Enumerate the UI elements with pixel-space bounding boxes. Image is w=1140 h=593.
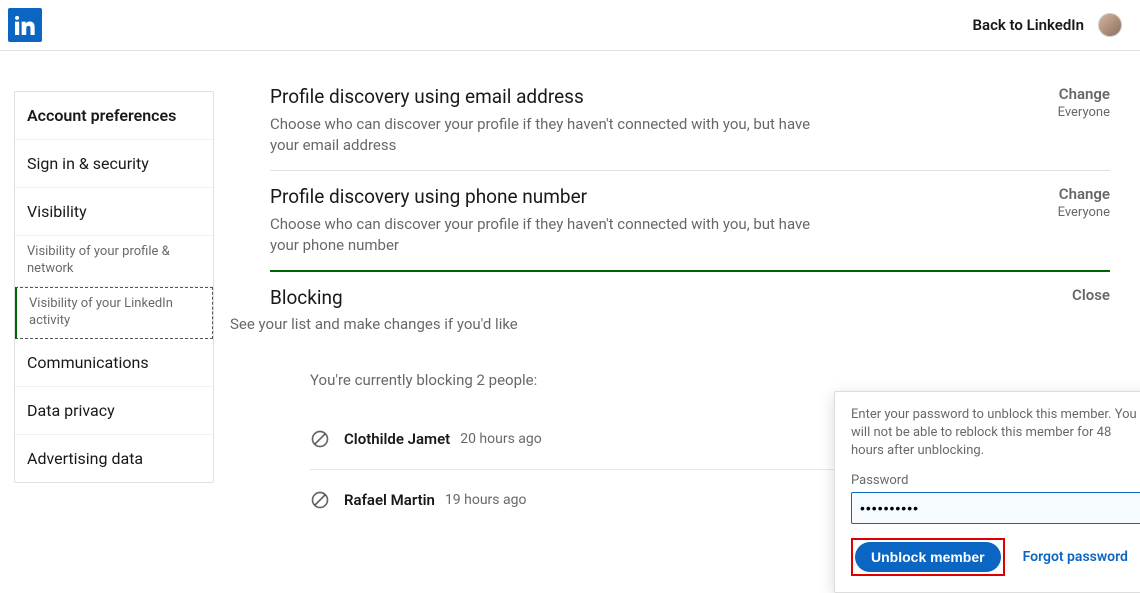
blocked-name: Clothilde Jamet [344, 430, 450, 448]
sidebar-item-advertising-data[interactable]: Advertising data [15, 435, 213, 482]
unblock-popup: ✕ Enter your password to unblock this me… [834, 391, 1140, 593]
section-desc-phone: Choose who can discover your profile if … [270, 214, 830, 256]
block-icon [310, 429, 330, 449]
sidebar-item-data-privacy[interactable]: Data privacy [15, 387, 213, 435]
section-title-phone: Profile discovery using phone number [270, 185, 1110, 208]
value-phone: Everyone [1058, 205, 1110, 220]
back-to-linkedin-link[interactable]: Back to LinkedIn [973, 16, 1084, 34]
password-input[interactable] [851, 492, 1140, 524]
blocked-time: 20 hours ago [460, 431, 542, 447]
value-email: Everyone [1058, 105, 1110, 120]
unblock-member-button[interactable]: Unblock member [855, 542, 1001, 572]
linkedin-logo[interactable] [8, 8, 42, 42]
blocking-desc: See your list and make changes if you'd … [230, 315, 1110, 333]
sidebar-item-account-preferences[interactable]: Account preferences [15, 92, 213, 140]
sidebar-item-communications[interactable]: Communications [15, 339, 213, 387]
forgot-password-link[interactable]: Forgot password [1023, 549, 1128, 565]
password-label: Password [851, 473, 1140, 488]
blocking-status: You're currently blocking 2 people: [310, 371, 1110, 389]
section-desc-email: Choose who can discover your profile if … [270, 114, 830, 156]
sidebar-item-visibility[interactable]: Visibility [15, 188, 213, 236]
avatar[interactable] [1098, 13, 1122, 37]
linkedin-icon [15, 15, 35, 35]
section-title-email: Profile discovery using email address [270, 85, 1110, 108]
block-icon [310, 490, 330, 510]
change-button-email[interactable]: Change [1058, 85, 1110, 103]
sidebar-sub-visibility-profile[interactable]: Visibility of your profile & network [15, 236, 213, 287]
close-button-blocking[interactable]: Close [1072, 286, 1110, 304]
section-title-blocking: Blocking [270, 286, 1110, 309]
blocked-time: 19 hours ago [445, 492, 527, 508]
sidebar-item-sign-in-security[interactable]: Sign in & security [15, 140, 213, 188]
sidebar-sub-visibility-activity[interactable]: Visibility of your LinkedIn activity [15, 287, 213, 339]
popup-text: Enter your password to unblock this memb… [851, 406, 1140, 461]
blocked-name: Rafael Martin [344, 491, 435, 509]
change-button-phone[interactable]: Change [1058, 185, 1110, 203]
